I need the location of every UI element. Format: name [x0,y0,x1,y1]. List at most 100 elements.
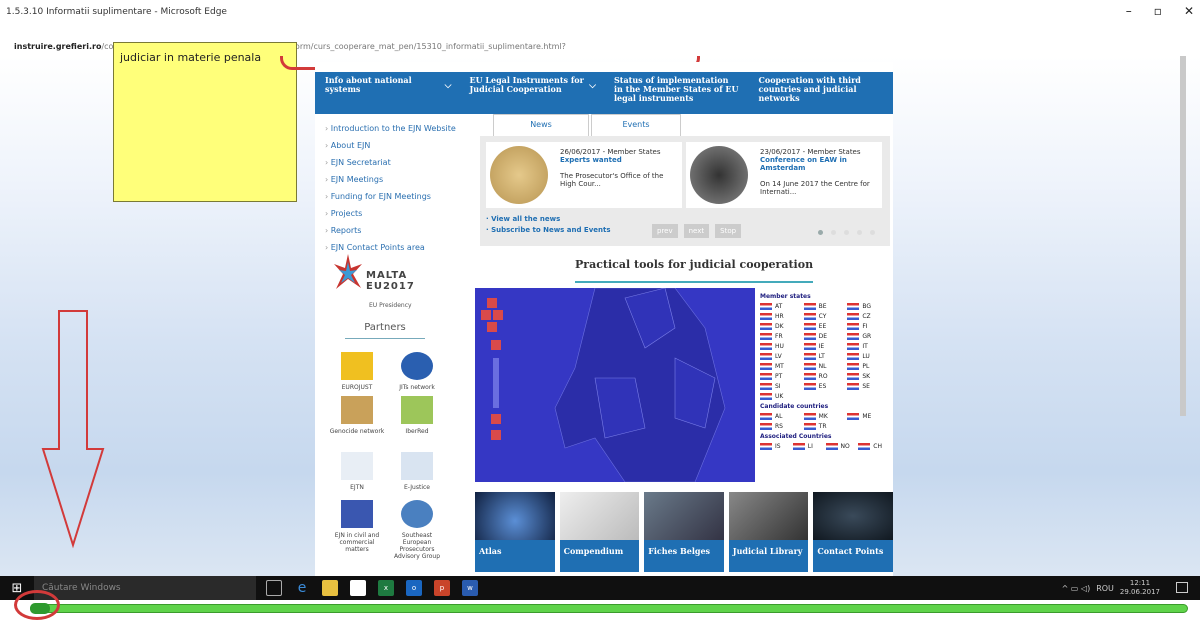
country-flag-item[interactable]: UK [760,392,801,401]
nav-national-systems[interactable]: Info about national systems ⌵ [315,72,460,114]
file-explorer-icon[interactable] [322,580,338,596]
country-flag-item[interactable]: CZ [847,312,888,321]
maximize-icon[interactable]: ▫ [1154,4,1162,18]
country-flag-item[interactable]: AL [760,412,801,421]
partner-iberred[interactable]: IberRed [387,396,447,435]
country-flag-item[interactable]: IS [760,442,790,451]
country-flag-item[interactable]: HU [760,342,801,351]
tray-arrows-icon[interactable]: ^ ▭ ◁) [1062,584,1091,593]
leftnav-item[interactable]: Projects [319,207,459,224]
country-flag-item[interactable]: RS [760,422,801,431]
powerpoint-icon[interactable]: p [434,580,450,596]
carousel-dots[interactable] [818,230,875,235]
scrollbar[interactable] [1180,56,1186,416]
partner-ejustice[interactable]: E-Justice [387,452,447,491]
leftnav-item[interactable]: EJN Meetings [319,173,459,190]
malta-logo[interactable]: MALTA EU2017 [333,252,453,302]
associated-list: IS LI NO CH [760,442,888,451]
prev-button[interactable]: prev [652,224,678,238]
partner-eurojust[interactable]: EUROJUST [327,352,387,391]
minimize-icon[interactable]: – [1126,4,1132,18]
malta-text: MALTA EU2017 [366,270,415,292]
country-flag-item[interactable]: DK [760,322,801,331]
news-card[interactable]: 23/06/2017 - Member States Conference on… [686,142,882,208]
country-flag-item[interactable]: TR [803,422,845,431]
tile-label: Compendium [563,546,624,556]
flag-icon [760,303,772,310]
country-flag-item[interactable]: BE [803,302,845,311]
stop-button[interactable]: Stop [715,224,742,238]
country-flag-item[interactable]: CY [803,312,845,321]
close-icon[interactable]: ✕ [1184,4,1194,18]
country-flag-item[interactable]: NO [825,442,856,451]
tab-news[interactable]: News [493,114,589,136]
partner-seepag[interactable]: Southeast European Prosecutors Advisory … [387,500,447,560]
country-code: LT [818,353,825,360]
country-flag-item[interactable]: DE [803,332,845,341]
tile-judicial-library[interactable]: Judicial Library [728,492,809,572]
tile-compendium[interactable]: Compendium [559,492,640,572]
annotation-circle [14,590,60,620]
leftnav-item[interactable]: Reports [319,224,459,241]
country-flag-item[interactable]: LI [792,442,823,451]
country-flag-item[interactable]: FR [760,332,801,341]
excel-icon[interactable]: x [378,580,394,596]
task-view-icon[interactable] [266,580,282,596]
word-icon[interactable]: w [462,580,478,596]
leftnav-item[interactable]: Funding for EJN Meetings [319,190,459,207]
country-flag-item[interactable]: SK [847,372,888,381]
country-flag-item[interactable]: FI [847,322,888,331]
europe-map[interactable] [475,287,755,483]
country-flag-item[interactable]: MT [760,362,801,371]
edge-icon[interactable]: e [294,580,310,596]
country-flag-item[interactable]: HR [760,312,801,321]
leftnav-item[interactable]: Introduction to the EJN Website [319,122,459,139]
news-card[interactable]: 26/06/2017 - Member States Experts wante… [486,142,682,208]
country-flag-item[interactable]: SI [760,382,801,391]
partner-ejn-civil[interactable]: EJN in civil and commercial matters [327,500,387,553]
country-flag-item[interactable]: MK [803,412,845,421]
country-flag-item[interactable]: IE [803,342,845,351]
tile-contact-points[interactable]: Contact Points [813,492,893,572]
country-flag-item[interactable]: ME [847,412,888,421]
subscribe-link[interactable]: · Subscribe to News and Events [486,225,611,236]
country-flag-item[interactable]: BG [847,302,888,311]
country-flag-item[interactable]: RO [803,372,845,381]
tab-events[interactable]: Events [591,114,681,136]
country-flag-item[interactable]: ES [803,382,845,391]
partner-jits[interactable]: JITs network [387,352,447,391]
flag-icon [760,313,772,320]
country-flag-item[interactable]: IT [847,342,888,351]
tile-atlas[interactable]: Atlas [475,492,555,572]
leftnav-item[interactable]: About EJN [319,139,459,156]
country-flag-item[interactable]: PL [847,362,888,371]
country-flag-item[interactable]: GR [847,332,888,341]
country-flag-item[interactable]: SE [847,382,888,391]
country-flag-item[interactable]: EE [803,322,845,331]
progress-track[interactable] [30,604,1188,613]
nav-status-implementation[interactable]: Status of implementation in the Member S… [604,72,749,114]
notifications-icon[interactable] [1176,582,1188,593]
language-indicator[interactable]: ROU [1096,584,1114,593]
view-all-news-link[interactable]: · View all the news [486,214,611,225]
store-icon[interactable] [350,580,366,596]
country-flag-item[interactable]: LV [760,352,801,361]
country-flag-item[interactable]: AT [760,302,801,311]
partner-ejtn[interactable]: EJTN [327,452,387,491]
partner-label: Genocide network [329,428,385,435]
next-button[interactable]: next [683,224,710,238]
nav-third-countries[interactable]: Cooperation with third countries and jud… [749,72,894,114]
country-flag-item[interactable]: LT [803,352,845,361]
country-code: UK [775,393,784,400]
country-flag-item[interactable]: PT [760,372,801,381]
nav-legal-instruments[interactable]: EU Legal Instruments for Judicial Cooper… [460,72,605,114]
taskbar-search-input[interactable]: Căutare Windows [34,576,256,600]
clock[interactable]: 12:11 29.06.2017 [1120,579,1160,597]
partner-genocide[interactable]: Genocide network [327,396,387,435]
country-flag-item[interactable]: NL [803,362,845,371]
tile-fiches-belges[interactable]: Fiches Belges [644,492,724,572]
leftnav-item[interactable]: EJN Secretariat [319,156,459,173]
country-flag-item[interactable]: CH [858,442,888,451]
outlook-icon[interactable]: o [406,580,422,596]
country-flag-item[interactable]: LU [847,352,888,361]
